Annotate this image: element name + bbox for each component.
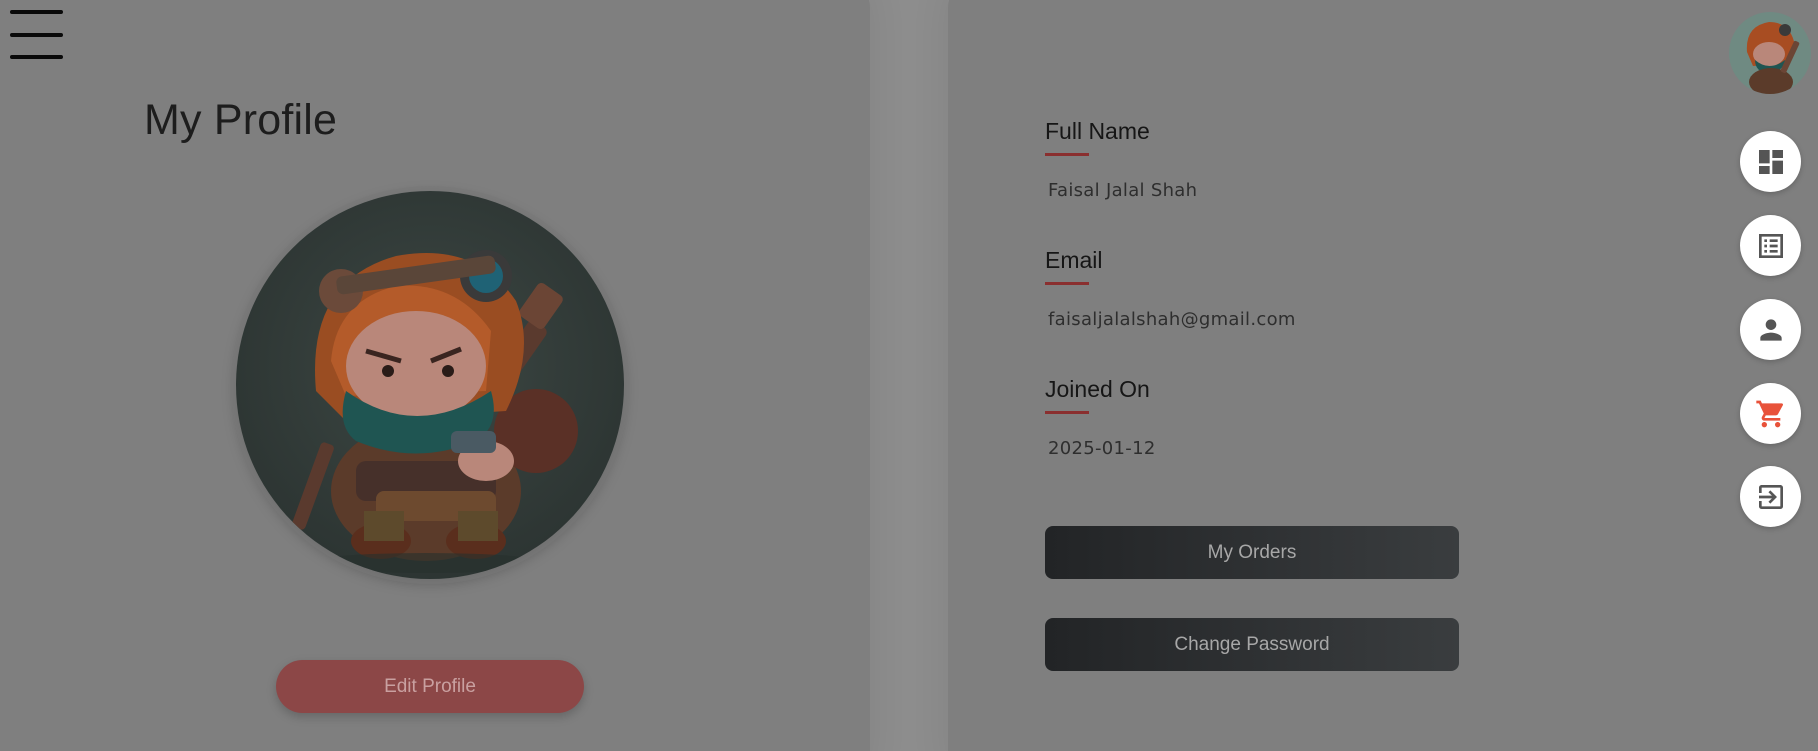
full-name-value: Faisal Jalal Shah [1048, 180, 1198, 201]
email-label: Email [1045, 247, 1103, 273]
page-title: My Profile [144, 96, 338, 144]
profile-page: My Profile Edit Profile Full Name Faisal… [0, 0, 1818, 751]
person-icon [1759, 318, 1782, 341]
profile-avatar [236, 191, 624, 579]
logout-icon [1758, 484, 1783, 509]
menu-line [10, 55, 63, 59]
menu-line [10, 10, 63, 14]
email-underline [1045, 282, 1089, 285]
cart-icon [1755, 400, 1783, 427]
email-value: faisaljalalshah@gmail.com [1048, 309, 1296, 330]
dashboard-button[interactable] [1740, 131, 1801, 192]
dashboard-icon [1758, 149, 1783, 174]
logout-button[interactable] [1740, 466, 1801, 527]
full-name-label: Full Name [1045, 118, 1150, 144]
change-password-button[interactable]: Change Password [1045, 618, 1459, 671]
joined-label: Joined On [1045, 376, 1150, 402]
avatar-small-illustration [1729, 12, 1811, 94]
joined-underline [1045, 411, 1089, 414]
joined-value: 2025-01-12 [1048, 438, 1156, 459]
user-avatar[interactable] [1729, 12, 1811, 94]
full-name-underline [1045, 153, 1089, 156]
hamburger-menu-icon[interactable] [10, 10, 64, 60]
profile-button[interactable] [1740, 299, 1801, 360]
list-button[interactable] [1740, 215, 1801, 276]
cart-button[interactable] [1740, 383, 1801, 444]
avatar-illustration [236, 191, 624, 579]
list-icon [1758, 233, 1783, 258]
my-orders-button[interactable]: My Orders [1045, 526, 1459, 579]
edit-profile-button[interactable]: Edit Profile [276, 660, 584, 713]
menu-line [10, 33, 63, 37]
